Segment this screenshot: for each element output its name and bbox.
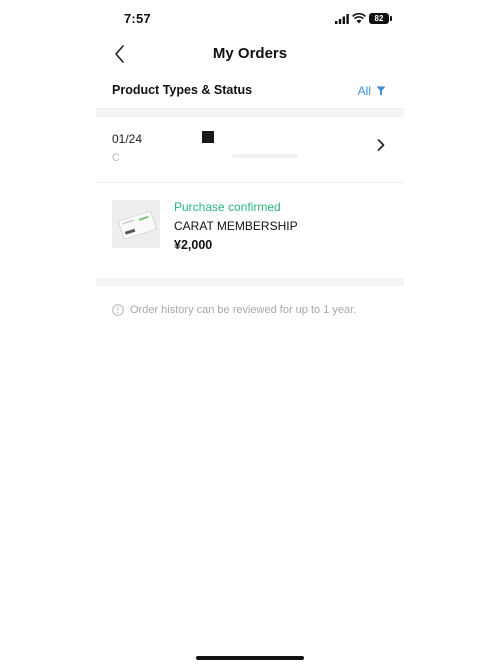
redacted-text <box>232 154 298 158</box>
order-date: 01/24 <box>112 132 143 146</box>
filter-row: Product Types & Status All <box>96 78 404 104</box>
battery-icon: 82 <box>369 13 389 24</box>
header: My Orders <box>96 36 404 72</box>
order-header[interactable]: 01/24 C <box>96 116 404 182</box>
order-item[interactable]: Purchase confirmed CARAT MEMBERSHIP ¥2,0… <box>96 196 404 260</box>
order-status: Purchase confirmed <box>174 200 281 214</box>
signal-icon <box>335 14 349 24</box>
product-name: CARAT MEMBERSHIP <box>174 219 298 233</box>
divider <box>96 182 404 183</box>
section-divider <box>96 278 404 286</box>
wifi-icon <box>352 13 366 24</box>
product-price: ¥2,000 <box>174 238 213 252</box>
product-thumbnail <box>112 200 160 248</box>
orders-screen: 7:57 82 My Orders Product Types & Status… <box>96 0 404 667</box>
status-time: 7:57 <box>124 11 151 26</box>
chevron-right-icon <box>377 139 385 151</box>
notice-text: Order history can be reviewed for up to … <box>130 304 357 316</box>
home-indicator[interactable] <box>196 656 304 660</box>
battery-nub <box>390 16 392 21</box>
page-title: My Orders <box>212 45 288 62</box>
order-number: C <box>112 152 120 164</box>
info-icon <box>112 304 124 316</box>
filter-label: Product Types & Status <box>112 83 253 97</box>
filter-icon <box>376 86 386 96</box>
filter-value: All <box>357 84 371 98</box>
history-notice: Order history can be reviewed for up to … <box>112 302 356 318</box>
redaction-block <box>202 131 214 143</box>
membership-card-image <box>112 200 160 248</box>
filter-button[interactable]: All <box>358 80 386 102</box>
status-bar: 7:57 82 <box>96 0 404 36</box>
